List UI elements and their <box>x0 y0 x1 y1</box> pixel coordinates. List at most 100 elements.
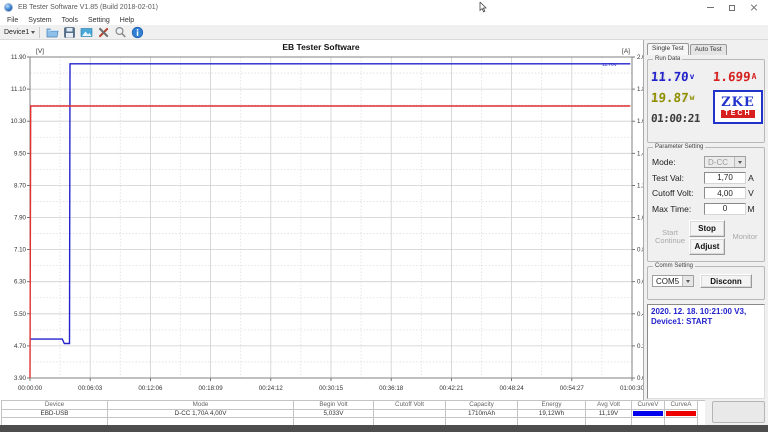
menu-tools[interactable]: Tools <box>62 17 78 24</box>
column-header: Capacity <box>446 401 518 410</box>
test-val-field[interactable]: 1,70 <box>704 172 746 184</box>
left-axis-tick-label: 10.30 <box>11 118 27 125</box>
tools-icon[interactable] <box>97 26 110 39</box>
x-axis-tick-label: 00:00:00 <box>18 385 43 392</box>
curve-v-swatch <box>632 410 665 419</box>
log-line: Device1: START <box>651 317 761 327</box>
left-axis-tick-label: 4.70 <box>14 343 27 350</box>
curve-end-label: 11.70V <box>602 62 618 68</box>
test-val-label: Test Val: <box>652 173 704 183</box>
minimize-button[interactable] <box>699 0 721 15</box>
left-axis-tick-label: 11.90 <box>11 54 27 61</box>
bottom-right-panel <box>712 401 765 423</box>
x-axis-tick-label: 00:36:18 <box>379 385 404 392</box>
right-axis-unit: [A] <box>622 48 630 55</box>
window-title: EB Tester Software V1.85 (Build 2018-02-… <box>18 4 158 11</box>
mode-dropdown[interactable]: D-CC <box>704 156 746 168</box>
left-axis-tick-label: 3.90 <box>14 375 27 382</box>
log-line: 2020. 12. 18. 10:21:00 V3, <box>651 307 761 317</box>
max-time-label: Max Time: <box>652 204 704 214</box>
left-axis-tick-label: 6.30 <box>14 279 27 286</box>
x-axis-tick-label: 00:24:12 <box>259 385 284 392</box>
export-image-icon[interactable] <box>80 26 93 39</box>
x-axis-tick-label: 00:42:21 <box>439 385 464 392</box>
adjust-button[interactable]: Adjust <box>689 238 725 255</box>
left-axis-tick-label: 7.90 <box>14 215 27 222</box>
column-header: CurveA <box>665 401 698 410</box>
comm-setting-group: Comm Setting COM5 Disconn <box>647 266 765 300</box>
chevron-down-icon <box>31 31 35 34</box>
column-header: Energy <box>518 401 586 410</box>
left-axis-tick-label: 5.50 <box>14 311 27 318</box>
tab-auto-test[interactable]: Auto Test <box>690 44 727 55</box>
stop-button[interactable]: Stop <box>689 220 725 237</box>
close-icon <box>750 4 758 12</box>
zke-tech-logo: ZKE TECH <box>713 90 763 124</box>
tab-single-test[interactable]: Single Test <box>647 43 689 55</box>
save-icon[interactable] <box>63 26 76 39</box>
curve-a-swatch <box>665 410 698 419</box>
x-axis-tick-label: 00:18:09 <box>199 385 224 392</box>
minimize-icon <box>707 7 714 8</box>
results-table: DeviceModeBegin VoltCutoff VoltCapacityE… <box>1 400 705 427</box>
table-cell-device: EBD-USB <box>2 410 108 419</box>
test-val-unit: A <box>746 173 756 183</box>
elapsed-time-display: 88:88:8801:00:21 <box>651 108 713 129</box>
zoom-icon[interactable] <box>114 26 127 39</box>
x-axis-tick-label: 00:54:27 <box>560 385 585 392</box>
current-display: 8.8881.699 A <box>713 66 768 87</box>
chart-svg[interactable]: EB Tester Software[V][A]11.9011.1010.309… <box>0 40 643 400</box>
close-button[interactable] <box>743 0 765 15</box>
power-display: 88.8819.87 w <box>651 87 713 108</box>
table-cell-begin-volt: 5,033V <box>294 410 374 419</box>
maximize-button[interactable] <box>721 0 743 15</box>
mode-label: Mode: <box>652 157 704 167</box>
mouse-cursor <box>479 2 488 13</box>
device-selector-label: Device1 <box>4 29 29 36</box>
x-axis-tick-label: 00:12:06 <box>138 385 163 392</box>
open-file-icon[interactable] <box>46 26 59 39</box>
table-cell-avg-volt: 11,19V <box>586 410 632 419</box>
maximize-icon <box>729 5 735 11</box>
chart-area: EB Tester Software[V][A]11.9011.1010.309… <box>0 40 643 400</box>
log-output: 2020. 12. 18. 10:21:00 V3,Device1: START <box>647 304 765 399</box>
monitor-button[interactable]: Monitor <box>726 220 764 255</box>
tab-strip: Single TestAuto Test <box>647 42 768 55</box>
column-header: Device <box>2 401 108 410</box>
parameter-setting-group: Parameter Setting Mode: D-CC Test Val: 1… <box>647 147 765 262</box>
table-cell-capacity: 1710mAh <box>446 410 518 419</box>
comm-setting-label: Comm Setting <box>653 263 695 269</box>
disconnect-button[interactable]: Disconn <box>700 274 752 288</box>
left-axis-tick-label: 8.70 <box>14 182 27 189</box>
taskbar-strip <box>0 425 768 432</box>
left-axis-tick-label: 7.10 <box>14 247 27 254</box>
com-port-dropdown[interactable]: COM5 <box>652 275 694 287</box>
max-time-field[interactable]: 0 <box>704 203 746 215</box>
column-header: Begin Volt <box>294 401 374 410</box>
menu-help[interactable]: Help <box>120 17 134 24</box>
chart-title: EB Tester Software <box>282 42 360 52</box>
column-header: Cutoff Volt <box>374 401 446 410</box>
chevron-down-icon <box>734 157 745 167</box>
table-cell-mode: D-CC 1,70A 4,00V <box>108 410 294 419</box>
title-bar: EB Tester Software V1.85 (Build 2018-02-… <box>0 0 768 15</box>
toolbar: Device1 <box>0 25 768 40</box>
left-axis-unit: [V] <box>36 48 44 55</box>
menu-file[interactable]: File <box>7 17 18 24</box>
parameter-setting-label: Parameter Setting <box>653 144 705 150</box>
max-time-unit: M <box>746 204 756 214</box>
column-header: Avg Volt <box>586 401 632 410</box>
menu-setting[interactable]: Setting <box>88 17 110 24</box>
x-axis-tick-label: 00:30:15 <box>319 385 344 392</box>
left-axis-tick-label: 11.10 <box>11 86 27 93</box>
chevron-down-icon <box>682 276 693 286</box>
device-selector[interactable]: Device1 <box>4 29 35 36</box>
column-header: CurveV <box>632 401 665 410</box>
right-panel: Single TestAuto Test Run Data 88.8811.70… <box>643 40 768 425</box>
menu-system[interactable]: System <box>28 17 51 24</box>
column-header: Mode <box>108 401 294 410</box>
cutoff-volt-field[interactable]: 4,00 <box>704 187 746 199</box>
run-data-group: Run Data 88.8811.70 v 8.8881.699 A 88.88… <box>647 59 765 143</box>
info-icon[interactable] <box>131 26 144 39</box>
start-continue-button[interactable]: Start Continue <box>652 220 688 255</box>
